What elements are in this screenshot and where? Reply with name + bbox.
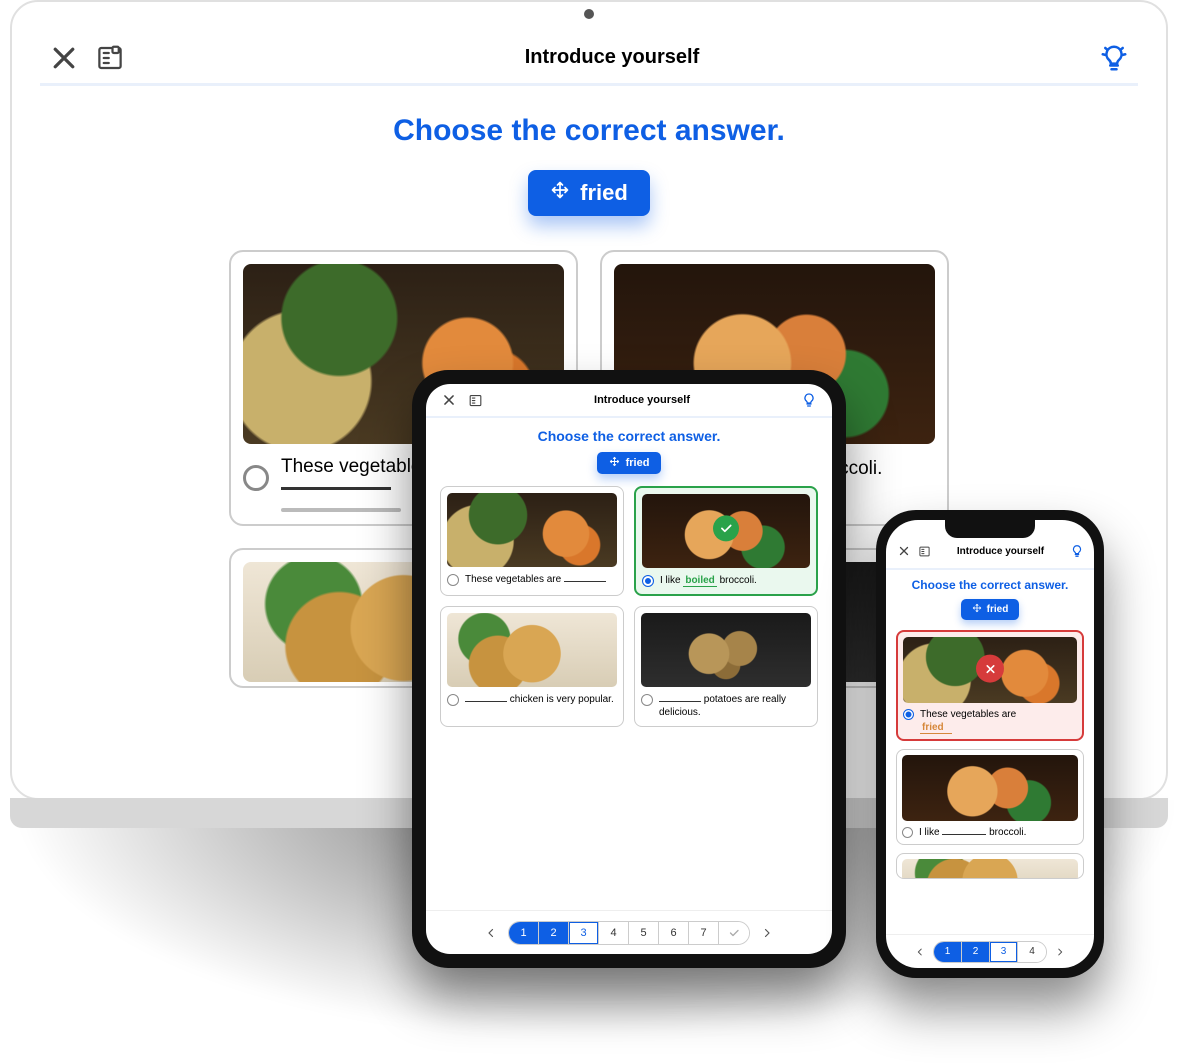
instruction-text: Choose the correct answer. (40, 114, 1138, 148)
pager-next-button[interactable] (1051, 943, 1069, 961)
pager-page-2[interactable]: 2 (539, 922, 569, 944)
tablet-device-frame: Introduce yourself Choose the correct an… (412, 370, 846, 968)
draggable-word-chip[interactable]: fried (961, 599, 1020, 620)
move-icon (609, 456, 620, 470)
radio-selected[interactable] (642, 575, 654, 587)
answer-card-vegetables-wrong[interactable]: These vegetables arefried (896, 630, 1084, 741)
phone-header: Introduce yourself (886, 534, 1094, 570)
answer-card-chicken[interactable]: chicken is very popular. (440, 606, 624, 727)
tablet-app: Introduce yourself Choose the correct an… (426, 384, 832, 954)
chip-label: fried (626, 457, 650, 469)
close-icon[interactable] (896, 544, 911, 559)
pager-next-button[interactable] (756, 922, 778, 944)
tablet-body: Choose the correct answer. fried These v… (426, 418, 832, 910)
instruction-text: Choose the correct answer. (896, 578, 1084, 592)
close-icon[interactable] (48, 42, 80, 74)
hint-lightbulb-icon[interactable] (1098, 42, 1130, 74)
tablet-pager-footer: 1 2 3 4 5 6 7 (426, 910, 832, 954)
tablet-card-grid: These vegetables are I like boiled brocc… (440, 486, 818, 727)
blank-slot[interactable] (281, 487, 391, 490)
scroll-hint (281, 508, 401, 512)
incorrect-cross-icon (976, 655, 1004, 683)
radio-unselected[interactable] (243, 465, 269, 491)
blank-slot[interactable] (564, 581, 606, 582)
card-text: chicken is very popular. (465, 693, 614, 707)
radio-unselected[interactable] (447, 694, 459, 706)
draggable-word-chip[interactable]: fried (597, 452, 662, 474)
card-image (902, 755, 1078, 821)
pager-prev-button[interactable] (480, 922, 502, 944)
card-image (902, 859, 1078, 879)
blank-slot[interactable] (465, 701, 507, 702)
pager-page-5[interactable]: 5 (629, 922, 659, 944)
blank-slot[interactable] (942, 834, 986, 835)
radio-unselected[interactable] (641, 694, 653, 706)
radio-unselected[interactable] (902, 827, 913, 838)
close-icon[interactable] (440, 391, 458, 409)
filled-answer-incorrect: fried (920, 722, 952, 734)
pager-page-7[interactable]: 7 (689, 922, 719, 944)
pager-page-1[interactable]: 1 (509, 922, 539, 944)
pager-page-4[interactable]: 4 (1018, 942, 1046, 962)
move-icon (550, 180, 570, 206)
desktop-header: Introduce yourself (40, 32, 1138, 86)
hint-lightbulb-icon[interactable] (1069, 544, 1084, 559)
card-text: These vegetables arefried (920, 708, 1016, 734)
pager-page-3[interactable]: 3 (569, 922, 599, 944)
answer-card-chicken-peek[interactable] (896, 853, 1084, 879)
hint-lightbulb-icon[interactable] (800, 391, 818, 409)
answer-card-vegetables[interactable]: These vegetables are (440, 486, 624, 596)
card-text: I like broccoli. (919, 826, 1026, 839)
chip-label: fried (580, 180, 628, 206)
pager-page-6[interactable]: 6 (659, 922, 689, 944)
pager-prev-button[interactable] (911, 943, 929, 961)
pager-page-1[interactable]: 1 (934, 942, 962, 962)
radio-selected[interactable] (903, 709, 914, 720)
instruction-text: Choose the correct answer. (440, 428, 818, 444)
phone-app: Introduce yourself Choose the correct an… (886, 520, 1094, 968)
move-icon (972, 603, 982, 616)
card-text: I like boiled broccoli. (660, 574, 757, 588)
blank-slot[interactable] (659, 701, 701, 702)
card-text: potatoes are really delicious. (659, 693, 811, 720)
filled-answer-correct: boiled (683, 575, 716, 587)
phone-device-frame: Introduce yourself Choose the correct an… (876, 510, 1104, 978)
correct-check-icon (713, 515, 739, 541)
phone-card-list: These vegetables arefried I like broccol… (896, 630, 1084, 879)
pager-submit-check[interactable] (719, 922, 749, 944)
answer-card-broccoli[interactable]: I like broccoli. (896, 749, 1084, 845)
pager-page-3[interactable]: 3 (990, 942, 1018, 962)
card-image (642, 494, 810, 568)
tablet-header: Introduce yourself (426, 384, 832, 418)
phone-pager-footer: 1 2 3 4 (886, 934, 1094, 968)
lesson-outline-icon[interactable] (94, 42, 126, 74)
pager-page-2[interactable]: 2 (962, 942, 990, 962)
lesson-outline-icon[interactable] (466, 391, 484, 409)
phone-body: Choose the correct answer. fried (886, 570, 1094, 934)
page-title: Introduce yourself (957, 546, 1044, 557)
lesson-outline-icon[interactable] (917, 544, 932, 559)
answer-card-broccoli-correct[interactable]: I like boiled broccoli. (634, 486, 818, 596)
card-text: These vegetables are (465, 573, 606, 587)
pager: 1 2 3 4 5 6 7 (508, 921, 750, 945)
page-title: Introduce yourself (525, 46, 699, 69)
card-image (641, 613, 811, 687)
draggable-word-chip[interactable]: fried (528, 170, 650, 216)
radio-unselected[interactable] (447, 574, 459, 586)
card-image (447, 613, 617, 687)
pager-page-4[interactable]: 4 (599, 922, 629, 944)
card-image (447, 493, 617, 567)
page-title: Introduce yourself (594, 394, 690, 406)
phone-notch (945, 520, 1035, 538)
desktop-camera-dot (584, 9, 594, 19)
card-image (903, 637, 1077, 703)
pager: 1 2 3 4 (933, 941, 1047, 963)
answer-card-potatoes[interactable]: potatoes are really delicious. (634, 606, 818, 727)
chip-label: fried (987, 604, 1009, 615)
